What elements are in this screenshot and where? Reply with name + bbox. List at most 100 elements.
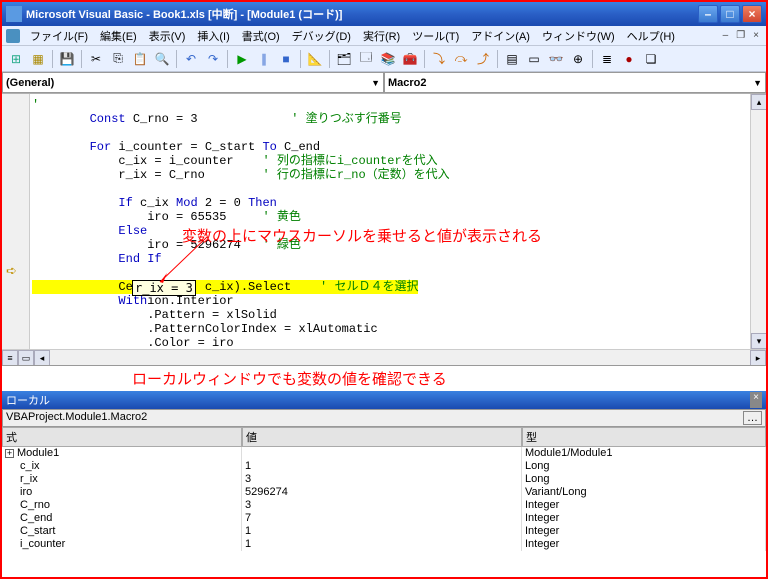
locals-row-expr[interactable]: c_ix: [2, 460, 242, 473]
menu-debug[interactable]: デバッグ(D): [288, 26, 355, 46]
locals-row-type: Integer: [522, 512, 766, 525]
chevron-down-icon: ▼: [753, 78, 762, 88]
locals-row-expr[interactable]: C_start: [2, 525, 242, 538]
locals-header-type[interactable]: 型: [522, 427, 766, 447]
scroll-down-icon[interactable]: ▾: [751, 333, 766, 349]
locals-row-type: Variant/Long: [522, 486, 766, 499]
watch-window-icon[interactable]: 👓: [546, 49, 566, 69]
reset-icon[interactable]: ■: [276, 49, 296, 69]
design-mode-icon[interactable]: 📐: [305, 49, 325, 69]
locals-row-type: Integer: [522, 499, 766, 512]
insert-module-icon[interactable]: ▦: [28, 49, 48, 69]
locals-path-text: VBAProject.Module1.Macro2: [6, 411, 147, 425]
scroll-left-icon[interactable]: ◂: [34, 350, 50, 366]
break-icon[interactable]: ∥: [254, 49, 274, 69]
menu-file[interactable]: ファイル(F): [26, 26, 92, 46]
locals-header-value[interactable]: 値: [242, 427, 522, 447]
object-browser-icon[interactable]: 📚: [378, 49, 398, 69]
quick-watch-icon[interactable]: ⊕: [568, 49, 588, 69]
locals-path-button[interactable]: …: [743, 411, 762, 425]
menu-addins[interactable]: アドイン(A): [467, 26, 534, 46]
breakpoint-icon[interactable]: ●: [619, 49, 639, 69]
menu-edit[interactable]: 編集(E): [96, 26, 141, 46]
locals-row-value: 3: [242, 473, 522, 486]
locals-title-text: ローカル: [6, 392, 50, 408]
app-icon: [6, 6, 22, 22]
locals-row-value: 1: [242, 538, 522, 551]
mdi-close[interactable]: ×: [750, 30, 762, 41]
locals-row-type: Module1/Module1: [522, 447, 766, 460]
code-gutter: [2, 94, 30, 365]
run-icon[interactable]: ▶: [232, 49, 252, 69]
code-dropdowns: (General) ▼ Macro2 ▼: [2, 72, 766, 94]
locals-row-expr[interactable]: C_end: [2, 512, 242, 525]
procedure-combo[interactable]: Macro2 ▼: [384, 72, 766, 93]
locals-row-type: Integer: [522, 538, 766, 551]
properties-icon[interactable]: 🗔: [356, 49, 376, 69]
mdi-buttons: – ❐ ×: [720, 30, 762, 41]
mdi-minimize[interactable]: –: [720, 30, 732, 41]
view-excel-icon[interactable]: ⊞: [6, 49, 26, 69]
redo-icon[interactable]: ↷: [203, 49, 223, 69]
undo-icon[interactable]: ↶: [181, 49, 201, 69]
locals-row-expr[interactable]: iro: [2, 486, 242, 499]
locals-row-value: 3: [242, 499, 522, 512]
object-combo[interactable]: (General) ▼: [2, 72, 384, 93]
locals-window-icon[interactable]: ▤: [502, 49, 522, 69]
cut-icon[interactable]: ✂: [86, 49, 106, 69]
locals-row-expr[interactable]: r_ix: [2, 473, 242, 486]
vertical-scrollbar[interactable]: ▴ ▾: [750, 94, 766, 365]
menubar: ファイル(F) 編集(E) 表示(V) 挿入(I) 書式(O) デバッグ(D) …: [2, 26, 766, 46]
project-explorer-icon[interactable]: 🗂: [334, 49, 354, 69]
locals-row-expr[interactable]: C_rno: [2, 499, 242, 512]
locals-row-expr[interactable]: +Module1: [2, 447, 242, 460]
annotation-arrow: [157, 237, 217, 287]
immediate-window-icon[interactable]: ▭: [524, 49, 544, 69]
locals-titlebar[interactable]: ローカル ×: [2, 391, 766, 409]
excel-icon[interactable]: [6, 29, 20, 43]
menu-help[interactable]: ヘルプ(H): [623, 26, 679, 46]
step-out-icon[interactable]: ⤴: [473, 49, 493, 69]
window-title: Microsoft Visual Basic - Book1.xls [中断] …: [26, 6, 342, 22]
procedure-combo-value: Macro2: [388, 77, 427, 89]
chevron-down-icon: ▼: [371, 78, 380, 88]
menu-run[interactable]: 実行(R): [359, 26, 404, 46]
mdi-restore[interactable]: ❐: [733, 30, 748, 41]
step-over-icon[interactable]: ⤼: [451, 49, 471, 69]
scroll-up-icon[interactable]: ▴: [751, 94, 766, 110]
titlebar: Microsoft Visual Basic - Book1.xls [中断] …: [2, 2, 766, 26]
code-editor[interactable]: ➪ ' Const C_rno = 3 ' 塗りつぶす行番号 For i_cou…: [2, 94, 766, 366]
step-into-icon[interactable]: ⤵: [429, 49, 449, 69]
scroll-right-icon[interactable]: ▸: [750, 350, 766, 366]
horizontal-scrollbar[interactable]: ≡ ▭ ◂ ▸: [2, 349, 766, 365]
locals-row-value: 5296274: [242, 486, 522, 499]
maximize-button[interactable]: □: [720, 5, 740, 23]
locals-row-value: 7: [242, 512, 522, 525]
toolbox-icon[interactable]: 🧰: [400, 49, 420, 69]
menu-view[interactable]: 表示(V): [145, 26, 190, 46]
copy-icon[interactable]: ⎘: [108, 49, 128, 69]
locals-row-expr[interactable]: i_counter: [2, 538, 242, 551]
expand-icon[interactable]: +: [5, 449, 14, 458]
menu-format[interactable]: 書式(O): [238, 26, 284, 46]
execution-pointer-icon: ➪: [6, 263, 17, 279]
save-icon[interactable]: 💾: [57, 49, 77, 69]
find-icon[interactable]: 🔍: [152, 49, 172, 69]
toolbar: ⊞ ▦ 💾 ✂ ⎘ 📋 🔍 ↶ ↷ ▶ ∥ ■ 📐 🗂 🗔 📚 🧰 ⤵ ⤼ ⤴ …: [2, 46, 766, 72]
locals-header-expr[interactable]: 式: [2, 427, 242, 447]
locals-close-icon[interactable]: ×: [750, 392, 762, 408]
object-combo-value: (General): [6, 77, 54, 89]
paste-icon[interactable]: 📋: [130, 49, 150, 69]
annotation-locals-text: ローカルウィンドウでも変数の値を確認できる: [2, 366, 766, 391]
proc-view-icon[interactable]: ▭: [18, 350, 34, 366]
locals-row-type: Long: [522, 473, 766, 486]
comment-icon[interactable]: ❏: [641, 49, 661, 69]
menu-tools[interactable]: ツール(T): [408, 26, 463, 46]
close-button[interactable]: ×: [742, 5, 762, 23]
call-stack-icon[interactable]: ≣: [597, 49, 617, 69]
locals-row-type: Integer: [522, 525, 766, 538]
full-module-view-icon[interactable]: ≡: [2, 350, 18, 366]
menu-insert[interactable]: 挿入(I): [193, 26, 233, 46]
menu-window[interactable]: ウィンドウ(W): [538, 26, 619, 46]
minimize-button[interactable]: –: [698, 5, 718, 23]
